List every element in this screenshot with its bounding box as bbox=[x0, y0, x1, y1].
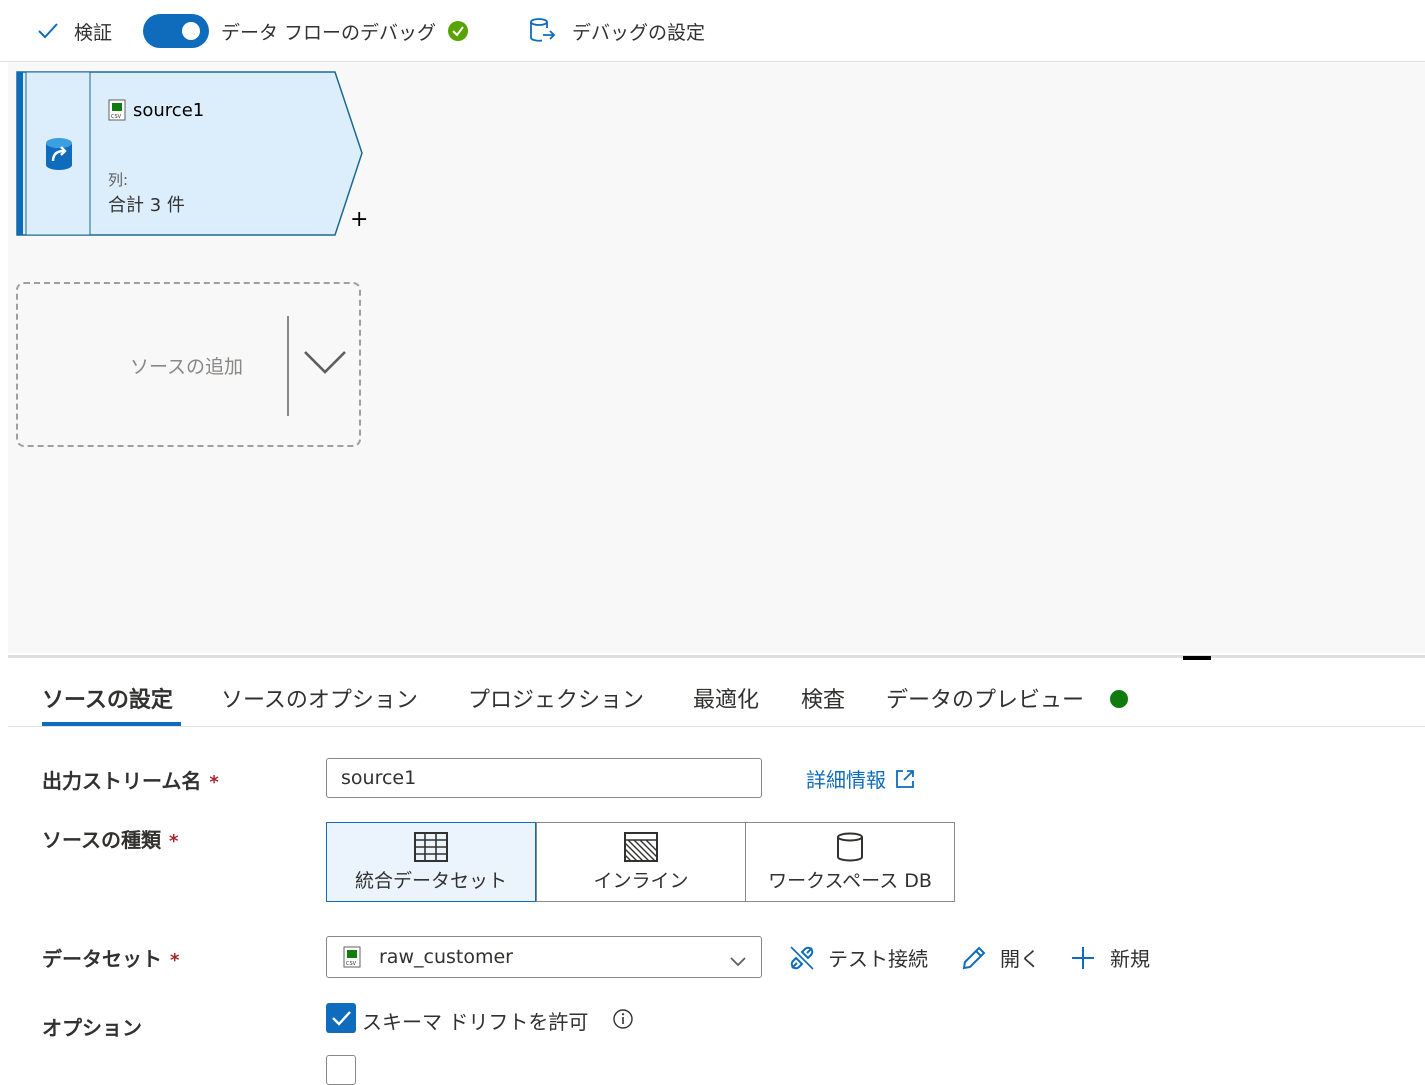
chevron-down-icon bbox=[729, 951, 747, 967]
debug-label: データ フローのデバッグ bbox=[221, 21, 437, 44]
tab-optimize[interactable]: 最適化 bbox=[693, 682, 759, 714]
source-db-icon bbox=[44, 137, 74, 171]
options-label-text: オプション bbox=[42, 1016, 142, 1040]
panel-splitter[interactable] bbox=[8, 655, 1425, 658]
toggle-switch[interactable] bbox=[143, 14, 209, 48]
debug-settings-button[interactable]: デバッグの設定 bbox=[528, 0, 705, 62]
required-mark: * bbox=[209, 772, 219, 793]
dataset-value: raw_customer bbox=[379, 946, 513, 968]
validate-button[interactable]: 検証 bbox=[36, 0, 112, 62]
inline-icon bbox=[624, 831, 658, 862]
tab-source-settings[interactable]: ソースの設定 bbox=[42, 682, 173, 714]
source-type-label: ソースの種類 * bbox=[42, 824, 178, 853]
tab-projection[interactable]: プロジェクション bbox=[468, 682, 644, 714]
preview-status-dot bbox=[1110, 690, 1128, 708]
plug-icon bbox=[788, 944, 816, 972]
validate-label: 検証 bbox=[74, 21, 113, 44]
output-stream-input[interactable]: source1 bbox=[326, 758, 762, 798]
output-stream-label: 出力ストリーム名 * bbox=[42, 765, 219, 794]
new-button[interactable]: 新規 bbox=[1070, 943, 1150, 972]
plus-icon bbox=[1070, 945, 1096, 971]
database-settings-icon bbox=[528, 16, 558, 46]
source-type-inline-label: インライン bbox=[593, 869, 689, 892]
test-connection-label: テスト接続 bbox=[828, 947, 928, 971]
test-connection-button[interactable]: テスト接続 bbox=[788, 943, 928, 972]
dataset-label-text: データセット bbox=[42, 947, 162, 971]
dataset-label: データセット * bbox=[42, 943, 179, 972]
learn-more-label: 詳細情報 bbox=[806, 768, 886, 792]
tab-source-options[interactable]: ソースのオプション bbox=[221, 682, 418, 714]
external-link-icon bbox=[894, 768, 916, 790]
csv-file-icon: CSV bbox=[343, 946, 361, 968]
new-label: 新規 bbox=[1110, 947, 1150, 971]
success-check-icon bbox=[448, 21, 469, 41]
debug-settings-label: デバッグの設定 bbox=[572, 21, 706, 44]
open-button[interactable]: 開く bbox=[960, 943, 1040, 972]
source-type-workspace-db-label: ワークスペース DB bbox=[768, 869, 932, 892]
add-transform-button[interactable]: + bbox=[350, 207, 368, 232]
source-type-inline[interactable]: インライン bbox=[536, 822, 746, 902]
source-type-dataset[interactable]: 統合データセット bbox=[326, 822, 536, 902]
toolbar: 検証 データ フローのデバッグ デバッグの設定 bbox=[0, 0, 1425, 62]
pencil-icon bbox=[960, 944, 988, 972]
svg-text:CSV: CSV bbox=[346, 961, 357, 967]
allow-schema-drift-checkbox[interactable] bbox=[326, 1003, 356, 1033]
tab-data-preview[interactable]: データのプレビュー bbox=[886, 682, 1084, 714]
source-type-dataset-label: 統合データセット bbox=[354, 869, 507, 892]
table-icon bbox=[414, 831, 448, 862]
source-node[interactable]: CSV source1 列: 合計 3 件 + bbox=[16, 71, 368, 239]
tab-bar: ソースの設定 ソースのオプション プロジェクション 最適化 検査 データのプレビ… bbox=[8, 660, 1425, 727]
options-label: オプション bbox=[42, 1012, 142, 1041]
database-icon bbox=[835, 832, 865, 862]
debug-toggle[interactable]: データ フローのデバッグ bbox=[143, 0, 469, 62]
add-source-label: ソースの追加 bbox=[130, 356, 244, 378]
allow-schema-drift-label: スキーマ ドリフトを許可 bbox=[362, 1010, 589, 1034]
source-node-name: source1 bbox=[133, 100, 205, 121]
settings-panel: ソースの設定 ソースのオプション プロジェクション 最適化 検査 データのプレビ… bbox=[8, 660, 1425, 1085]
csv-file-icon: CSV bbox=[108, 99, 126, 121]
svg-text:CSV: CSV bbox=[111, 114, 122, 120]
add-source-divider bbox=[287, 316, 289, 416]
dataset-select[interactable]: CSV raw_customer bbox=[326, 936, 762, 978]
add-source-button[interactable]: ソースの追加 bbox=[16, 282, 361, 447]
open-label: 開く bbox=[1000, 947, 1040, 971]
active-tab-indicator bbox=[42, 722, 181, 726]
chevron-down-icon[interactable] bbox=[303, 348, 347, 378]
required-mark: * bbox=[169, 831, 179, 852]
info-icon[interactable] bbox=[612, 1008, 634, 1030]
source-type-workspace-db[interactable]: ワークスペース DB bbox=[745, 822, 955, 902]
required-mark: * bbox=[170, 950, 180, 971]
columns-total: 合計 3 件 bbox=[108, 195, 185, 216]
tab-inspect[interactable]: 検査 bbox=[801, 682, 845, 714]
columns-label: 列: bbox=[108, 171, 129, 189]
source-type-label-text: ソースの種類 bbox=[42, 828, 161, 852]
output-stream-value: source1 bbox=[341, 767, 417, 789]
learn-more-link[interactable]: 詳細情報 bbox=[806, 764, 916, 793]
checkmark-icon bbox=[36, 19, 60, 43]
output-stream-label-text: 出力ストリーム名 bbox=[42, 769, 202, 793]
